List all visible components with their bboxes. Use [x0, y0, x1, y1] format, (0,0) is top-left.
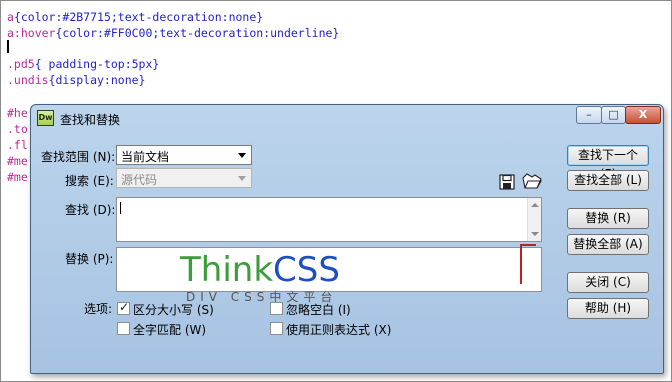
load-query-icon[interactable] [522, 173, 542, 189]
code-line: #me [7, 154, 28, 168]
code-line: .to [7, 122, 28, 136]
match-case-checkbox[interactable] [117, 300, 130, 315]
chevron-down-icon [238, 153, 246, 158]
replace-all-button[interactable]: 替换全部 (A) [567, 234, 649, 255]
dialog-titlebar[interactable]: Dw 查找和替换 – □ X [31, 105, 663, 131]
code-line: a:hover{color:#FF0C00;text-decoration:un… [7, 26, 340, 40]
thinkcss-watermark: ThinkCSS DIV CSS中文平台 [180, 252, 340, 305]
scroll-down-icon[interactable] [531, 232, 539, 236]
close-button[interactable]: 关闭 (C) [567, 272, 649, 293]
options-label: 选项: [84, 302, 113, 316]
code-line: .undis{display:none} [7, 73, 146, 87]
text-caret [120, 202, 121, 214]
find-textarea[interactable] [116, 197, 542, 242]
match-case-label[interactable]: 区分大小写 (S) [133, 301, 214, 318]
find-in-value: 当前文档 [121, 150, 170, 164]
watermark-css: CSS [273, 250, 340, 290]
close-window-button[interactable]: X [625, 106, 661, 124]
code-line: #me [7, 170, 28, 184]
minimize-button[interactable]: – [576, 106, 602, 124]
search-label: 搜索 (E): [65, 174, 114, 188]
match-whole-word-checkbox[interactable] [117, 322, 130, 335]
find-in-label: 查找范围 (N): [41, 150, 116, 164]
use-regex-label[interactable]: 使用正则表达式 (X) [286, 321, 391, 338]
search-select[interactable]: 源代码 [116, 168, 252, 188]
match-whole-word-label[interactable]: 全字匹配 (W) [133, 321, 206, 338]
code-line: .pd5{ padding-top:5px} [7, 57, 160, 71]
use-regex-checkbox[interactable] [270, 322, 283, 335]
dialog-title: 查找和替换 [60, 113, 121, 127]
chevron-down-icon [238, 176, 246, 181]
ignore-whitespace-checkbox[interactable] [270, 302, 283, 315]
dreamweaver-app-icon: Dw [37, 110, 54, 126]
code-line: a{color:#2B7715;text-decoration:none} [7, 10, 264, 24]
maximize-button[interactable]: □ [601, 106, 626, 124]
watermark-think: Think [180, 250, 274, 290]
replace-label: 替换 (P): [65, 252, 114, 266]
find-in-select[interactable]: 当前文档 [116, 145, 252, 165]
red-annotation-mark [520, 244, 536, 284]
help-button[interactable]: 帮助 (H) [567, 298, 649, 319]
code-line: #he [7, 106, 28, 120]
search-value: 源代码 [121, 173, 158, 187]
scroll-up-icon[interactable] [531, 203, 539, 207]
text-caret [7, 40, 9, 53]
find-label: 查找 (D): [65, 203, 116, 217]
replace-button[interactable]: 替换 (R) [567, 208, 649, 229]
ignore-whitespace-label[interactable]: 忽略空白 (I) [286, 301, 351, 318]
find-all-button[interactable]: 查找全部 (L) [567, 170, 649, 191]
code-line: .fl [7, 138, 28, 152]
find-scrollbar[interactable] [527, 198, 541, 241]
save-query-icon[interactable] [499, 174, 515, 190]
find-next-button[interactable]: 查找下一个 (F) [567, 145, 649, 181]
